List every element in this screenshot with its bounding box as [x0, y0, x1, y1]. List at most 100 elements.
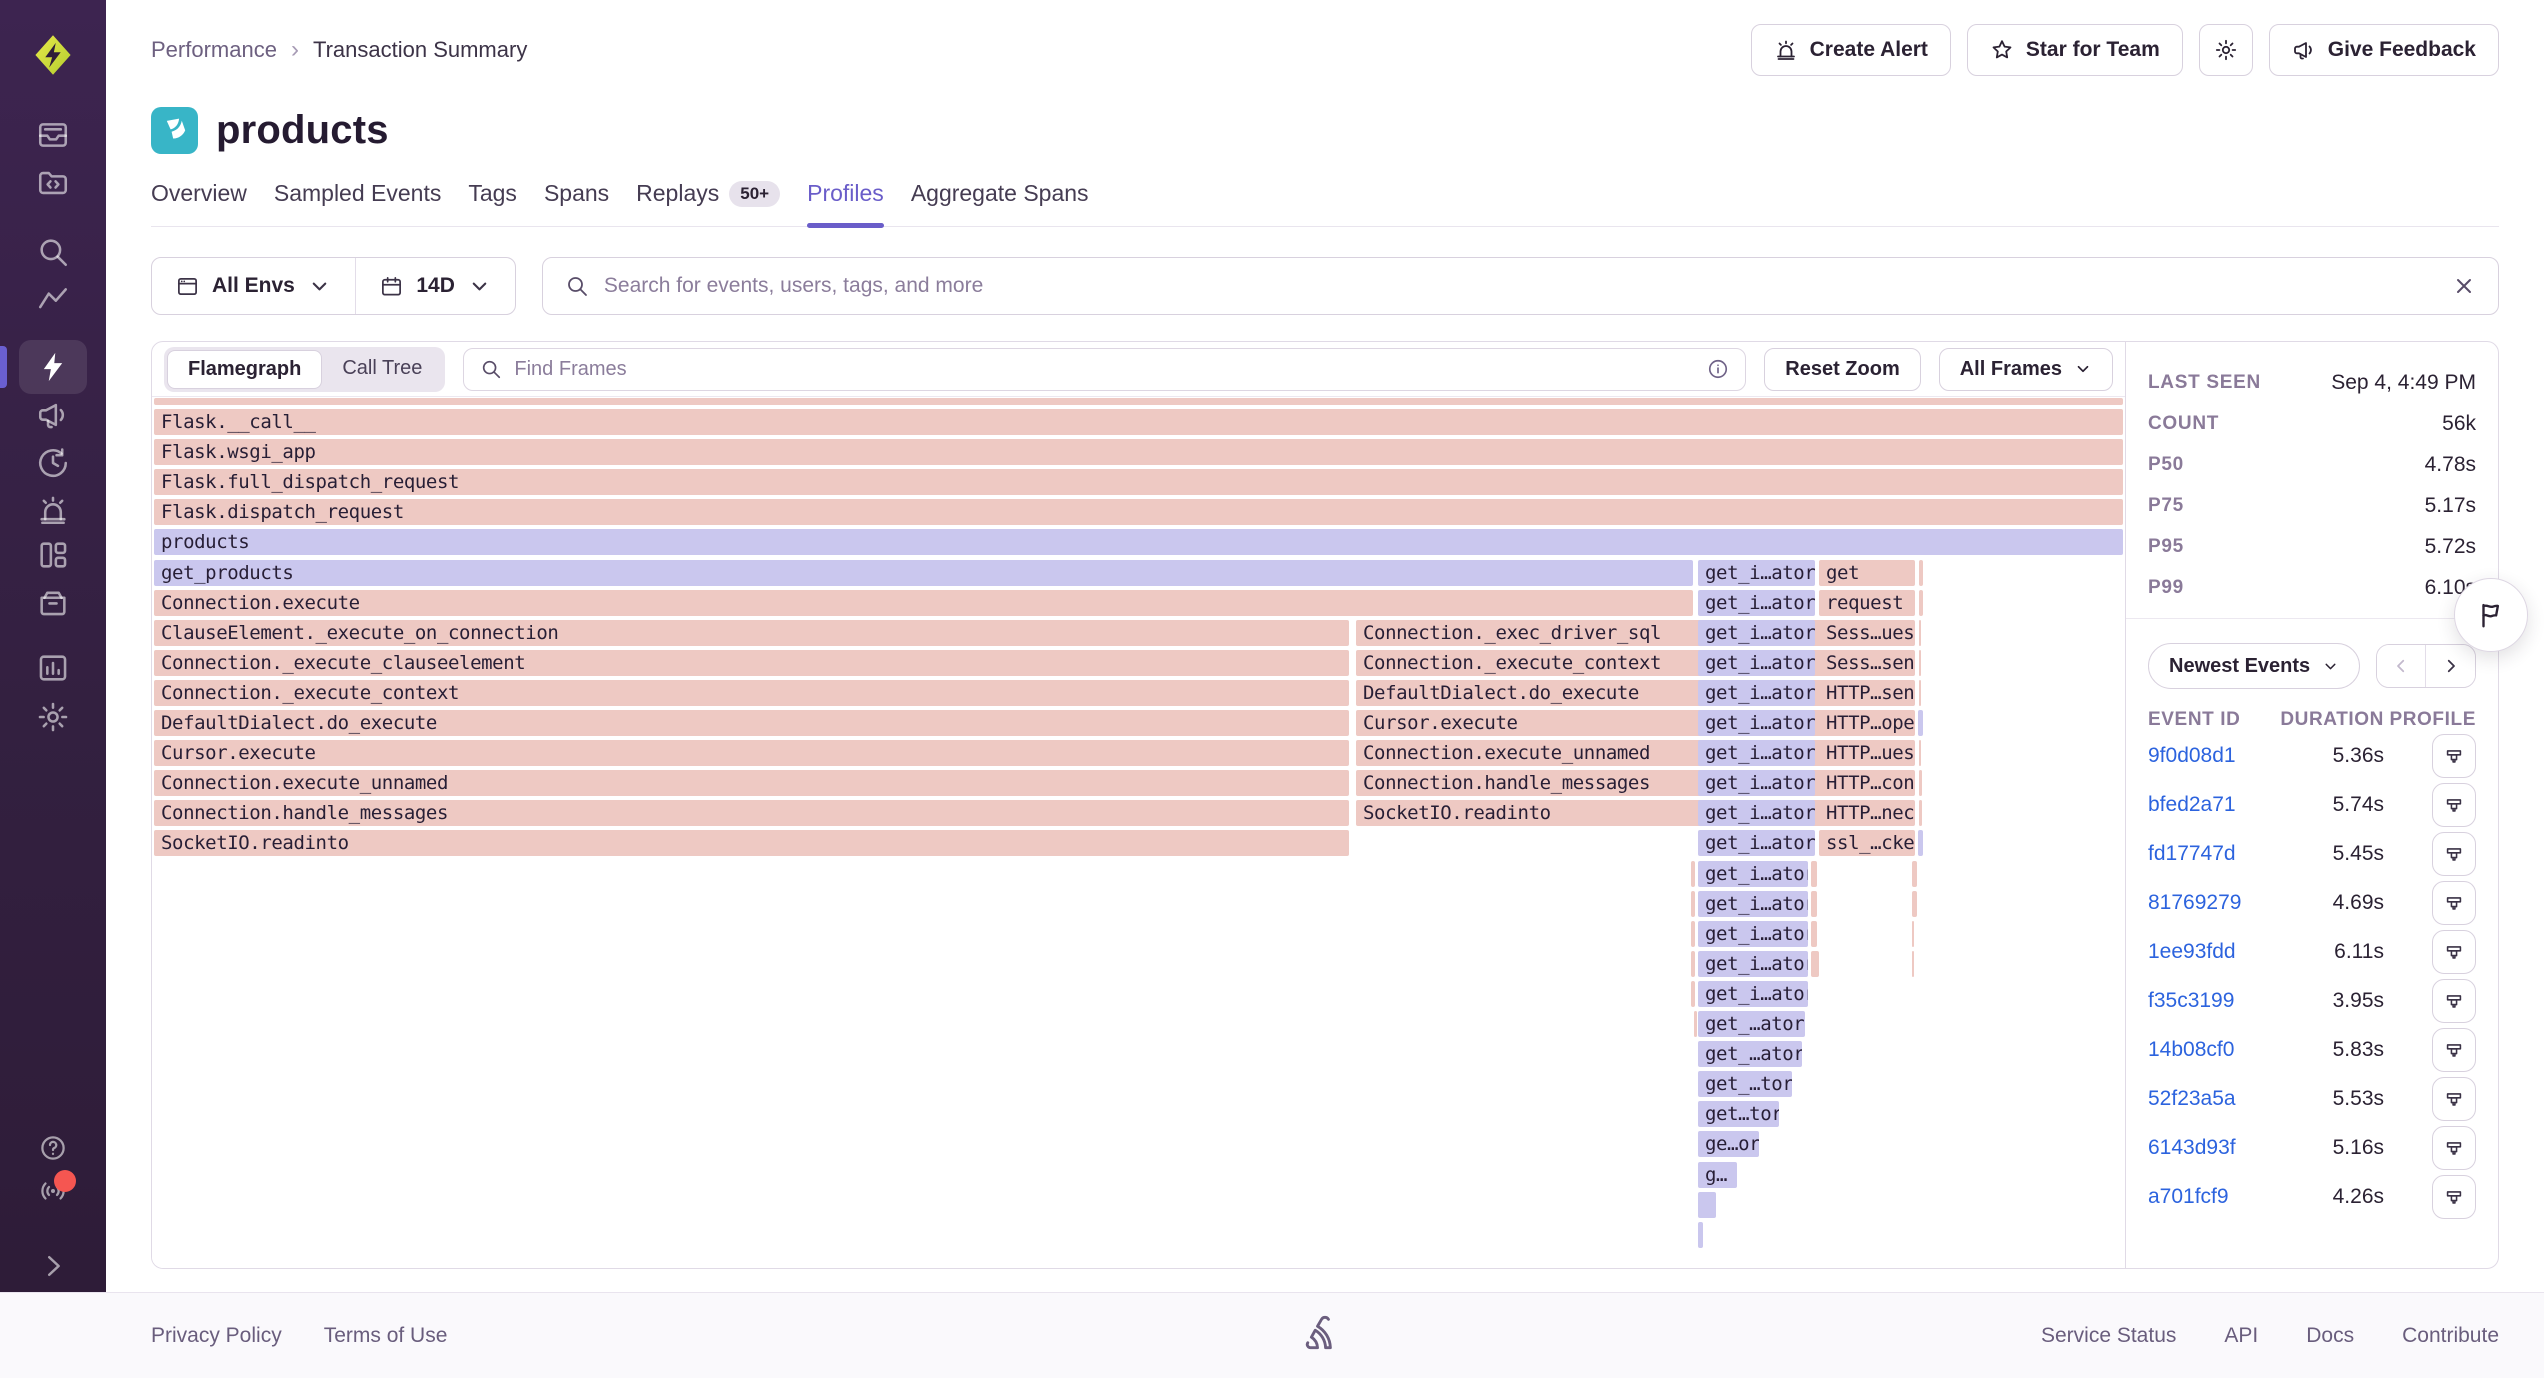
flame-frame[interactable]: get_i…ator — [1698, 740, 1815, 766]
sidebar-item-alerts[interactable] — [24, 487, 82, 533]
flame-frame[interactable]: get_i…ator — [1698, 981, 1808, 1007]
sidebar-item-profiling[interactable] — [19, 340, 87, 394]
flame-frame[interactable]: Connection.handle_messages — [154, 800, 1349, 826]
flame-frame[interactable] — [1691, 861, 1695, 887]
view-profile-button[interactable] — [2432, 979, 2476, 1023]
flame-frame[interactable]: HTTP…conn — [1819, 770, 1915, 796]
footer-link-contribute[interactable]: Contribute — [2402, 1324, 2499, 1348]
flame-frame[interactable]: get_…ator — [1698, 1041, 1802, 1067]
view-profile-button[interactable] — [2432, 1175, 2476, 1219]
date-range-selector[interactable]: 14D — [356, 258, 515, 314]
create-alert-button[interactable]: Create Alert — [1751, 24, 1951, 76]
sidebar-item-settings[interactable] — [24, 694, 82, 740]
view-profile-button[interactable] — [2432, 1077, 2476, 1121]
environment-selector[interactable]: All Envs — [152, 258, 355, 314]
flame-frame[interactable] — [1811, 951, 1819, 977]
flame-frame[interactable]: Flask.full_dispatch_request — [154, 469, 2123, 495]
view-profile-button[interactable] — [2432, 1126, 2476, 1170]
flame-frame[interactable] — [1698, 1192, 1716, 1218]
sidebar-item-broadcasts[interactable] — [24, 1168, 82, 1214]
search-input[interactable]: Search for events, users, tags, and more — [542, 257, 2499, 315]
view-profile-button[interactable] — [2432, 930, 2476, 974]
tab-replays[interactable]: Replays50+ — [636, 180, 780, 226]
sidebar-item-stats[interactable] — [24, 645, 82, 691]
sidebar-item-performance[interactable] — [24, 277, 82, 323]
flame-frame[interactable]: ge…or — [1698, 1131, 1759, 1157]
event-sort-select[interactable]: Newest Events — [2148, 643, 2360, 689]
flame-frame[interactable]: get_i…ator — [1698, 830, 1815, 856]
flame-frame[interactable] — [1919, 680, 1921, 706]
flame-frame[interactable]: Flask.dispatch_request — [154, 499, 2123, 525]
tab-sampled-events[interactable]: Sampled Events — [274, 180, 441, 226]
flame-frame[interactable]: Sess…uest — [1819, 620, 1915, 646]
flame-frame[interactable]: get_i…ator — [1698, 620, 1815, 646]
sidebar-item-discover[interactable] — [24, 229, 82, 275]
frames-filter-select[interactable]: All Frames — [1939, 348, 2113, 391]
flame-frame[interactable]: get_i…ator — [1698, 770, 1815, 796]
flame-frame[interactable]: get — [1819, 560, 1915, 586]
settings-button[interactable] — [2199, 24, 2253, 76]
view-profile-button[interactable] — [2432, 1028, 2476, 1072]
flame-frame[interactable]: get_i…ator — [1698, 680, 1815, 706]
sidebar-item-replays[interactable] — [24, 440, 82, 486]
flame-frame[interactable] — [1919, 650, 1921, 676]
feedback-fab[interactable] — [2454, 578, 2528, 652]
flame-frame[interactable] — [1811, 891, 1817, 917]
flame-frame[interactable]: get_i…ator — [1698, 800, 1815, 826]
flame-frame[interactable] — [1918, 830, 1923, 856]
tab-tags[interactable]: Tags — [468, 180, 517, 226]
flame-frame[interactable]: Connection._execute_clauseelement — [154, 650, 1349, 676]
flame-frame[interactable]: Connection._execute_context — [154, 680, 1349, 706]
event-id-link[interactable]: fd17747d — [2148, 842, 2266, 866]
next-page-button[interactable] — [2426, 645, 2475, 687]
flame-frame[interactable]: SocketIO.readinto — [154, 830, 1349, 856]
flame-frame[interactable]: get_i…ator — [1698, 891, 1808, 917]
flame-frame[interactable] — [1919, 590, 1923, 616]
sidebar-item-releases[interactable] — [24, 392, 82, 438]
flame-frame[interactable]: get_i…ator — [1698, 590, 1815, 616]
flame-frame[interactable]: HTTP…send — [1819, 680, 1915, 706]
flame-frame[interactable]: products — [154, 529, 2123, 555]
tab-aggregate-spans[interactable]: Aggregate Spans — [911, 180, 1089, 226]
sidebar-item-issues[interactable] — [24, 112, 82, 158]
flame-frame[interactable]: ClauseElement._execute_on_connection — [154, 620, 1349, 646]
breadcrumb-performance[interactable]: Performance — [151, 37, 277, 63]
view-profile-button[interactable] — [2432, 832, 2476, 876]
flame-frame[interactable] — [1919, 740, 1921, 766]
flame-frame[interactable]: get_i…ator — [1698, 951, 1808, 977]
sidebar-collapse-toggle[interactable] — [24, 1243, 82, 1289]
find-frames-input[interactable]: Find Frames — [463, 348, 1746, 391]
flame-frame[interactable]: get_i…ator — [1698, 650, 1815, 676]
flame-frame[interactable]: get_i…ator — [1698, 710, 1815, 736]
event-id-link[interactable]: f35c3199 — [2148, 989, 2266, 1013]
flame-frame[interactable] — [1912, 861, 1917, 887]
flame-frame[interactable]: get_i…ator — [1698, 921, 1808, 947]
flame-frame[interactable] — [1912, 951, 1914, 977]
flame-frame[interactable]: HTTP…open — [1819, 710, 1915, 736]
flame-frame[interactable] — [1811, 861, 1817, 887]
flame-frame[interactable] — [1919, 620, 1921, 646]
flame-frame[interactable]: Connection.execute_unnamed — [154, 770, 1349, 796]
flame-frame[interactable] — [154, 398, 2123, 405]
flame-frame[interactable] — [1694, 1011, 1697, 1037]
flame-frame[interactable]: get_products — [154, 560, 1693, 586]
flame-frame[interactable]: g… — [1698, 1162, 1737, 1188]
event-id-link[interactable]: a701fcf9 — [2148, 1185, 2266, 1209]
flame-frame[interactable]: ssl_…cket — [1819, 830, 1915, 856]
star-for-team-button[interactable]: Star for Team — [1967, 24, 2183, 76]
sidebar-item-releases-archive[interactable] — [24, 579, 82, 625]
flame-frame[interactable] — [1691, 951, 1695, 977]
flame-frame[interactable]: get_…tor — [1698, 1071, 1792, 1097]
flame-frame[interactable]: get…tor — [1698, 1101, 1779, 1127]
footer-link-service-status[interactable]: Service Status — [2041, 1324, 2176, 1348]
close-icon[interactable] — [2452, 274, 2476, 298]
flame-frame[interactable]: Cursor.execute — [154, 740, 1349, 766]
tab-profiles[interactable]: Profiles — [807, 180, 884, 226]
flame-frame[interactable] — [1691, 981, 1695, 1007]
sentry-logo[interactable] — [24, 26, 82, 84]
flame-frame[interactable]: request — [1819, 590, 1915, 616]
sidebar-item-help[interactable] — [24, 1125, 82, 1171]
flamegraph-canvas[interactable]: Flask.__call__Flask.wsgi_appFlask.full_d… — [152, 397, 2125, 1268]
flame-frame[interactable]: Connection.execute — [154, 590, 1693, 616]
footer-link-privacy-policy[interactable]: Privacy Policy — [151, 1324, 282, 1348]
